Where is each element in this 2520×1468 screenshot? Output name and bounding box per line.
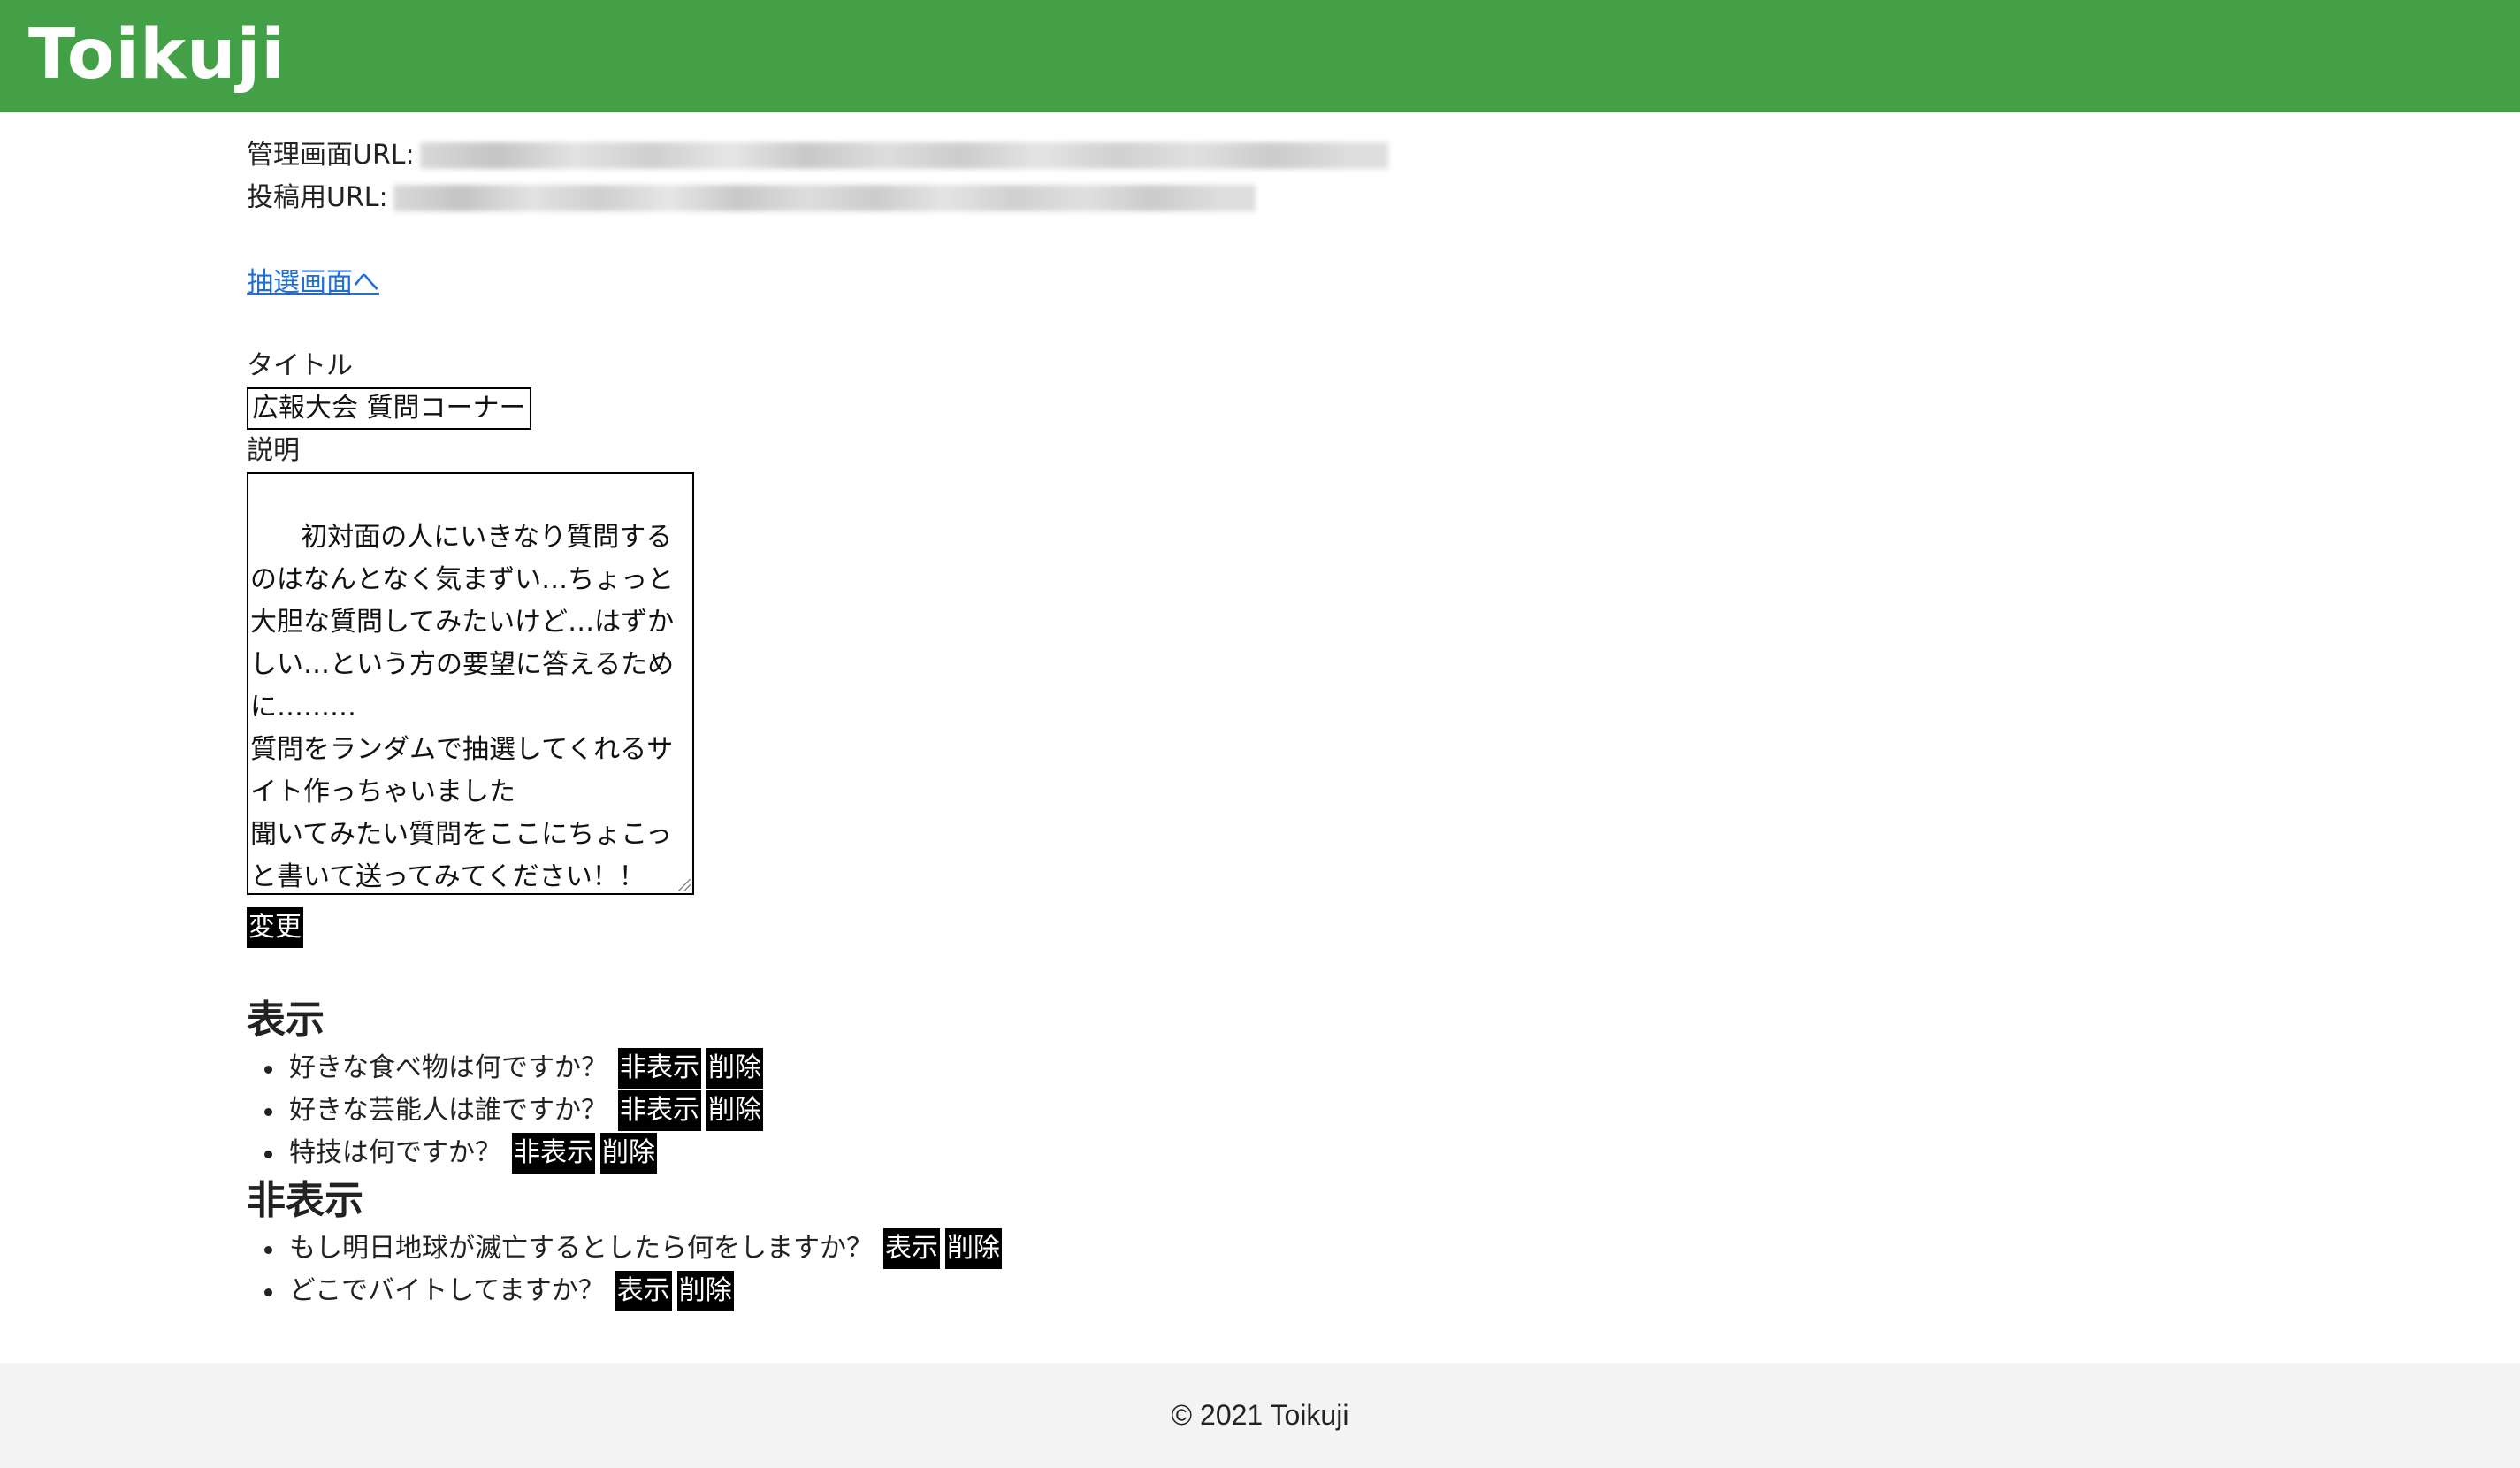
- copyright-text: © 2021 Toikuji: [1171, 1399, 1349, 1431]
- admin-url-row: 管理画面URL:: [247, 134, 2280, 177]
- change-button[interactable]: 変更: [247, 906, 303, 948]
- show-button[interactable]: 表示: [615, 1271, 672, 1311]
- admin-url-value-redacted[interactable]: [419, 142, 1388, 169]
- header-bar: Toikuji: [0, 0, 2520, 112]
- title-input[interactable]: 広報大会 質問コーナー: [247, 387, 531, 430]
- question-text: 好きな芸能人は誰ですか？: [289, 1095, 607, 1126]
- delete-button[interactable]: 削除: [706, 1048, 763, 1089]
- show-button[interactable]: 表示: [883, 1228, 940, 1269]
- resize-handle-icon[interactable]: [678, 879, 691, 891]
- post-url-label: 投稿用URL:: [247, 182, 388, 213]
- delete-button[interactable]: 削除: [676, 1271, 734, 1311]
- description-text: 初対面の人にいきなり質問するのはなんとなく気まずい…ちょっと大胆な質問してみたい…: [250, 522, 675, 892]
- list-item: どこでバイトしてますか？ 表示 削除: [264, 1270, 2280, 1312]
- list-item: 好きな芸能人は誰ですか？ 非表示 削除: [264, 1090, 2280, 1132]
- title-label: タイトル: [247, 350, 353, 381]
- shown-question-list: 好きな食べ物は何ですか？ 非表示 削除 好きな芸能人は誰ですか？ 非表示 削除 …: [247, 1047, 2280, 1174]
- delete-button[interactable]: 削除: [945, 1228, 1002, 1269]
- list-item: 好きな食べ物は何ですか？ 非表示 削除: [264, 1047, 2280, 1090]
- question-text: 特技は何ですか？: [289, 1137, 501, 1168]
- description-label: 説明: [247, 435, 300, 466]
- list-item: 特技は何ですか？ 非表示 削除: [264, 1132, 2280, 1174]
- question-text: どこでバイトしてますか？: [289, 1275, 605, 1306]
- hidden-section-heading: 非表示: [247, 1178, 363, 1223]
- admin-url-label: 管理画面URL:: [247, 140, 415, 171]
- shown-section-heading: 表示: [247, 998, 325, 1043]
- footer: © 2021 Toikuji: [0, 1363, 2520, 1468]
- post-url-value-redacted[interactable]: [393, 185, 1256, 211]
- hide-button[interactable]: 非表示: [512, 1133, 595, 1174]
- main-content: 管理画面URL: 投稿用URL: 抽選画面へ タイトル 広報大会 質問コーナー …: [247, 134, 2280, 1312]
- draw-screen-link[interactable]: 抽選画面へ: [247, 267, 379, 298]
- site-logo[interactable]: Toikuji: [28, 12, 286, 97]
- question-text: もし明日地球が滅亡するとしたら何をしますか？: [289, 1233, 873, 1264]
- hide-button[interactable]: 非表示: [618, 1048, 701, 1089]
- hide-button[interactable]: 非表示: [618, 1090, 701, 1131]
- hidden-question-list: もし明日地球が滅亡するとしたら何をしますか？ 表示 削除 どこでバイトしてますか…: [247, 1227, 2280, 1312]
- post-url-row: 投稿用URL:: [247, 177, 2280, 219]
- delete-button[interactable]: 削除: [600, 1133, 657, 1174]
- delete-button[interactable]: 削除: [706, 1090, 763, 1131]
- question-text: 好きな食べ物は何ですか？: [289, 1052, 607, 1083]
- list-item: もし明日地球が滅亡するとしたら何をしますか？ 表示 削除: [264, 1227, 2280, 1270]
- page: Toikuji 管理画面URL: 投稿用URL: 抽選画面へ タイトル 広報大会…: [0, 0, 2520, 1468]
- description-textarea[interactable]: 初対面の人にいきなり質問するのはなんとなく気まずい…ちょっと大胆な質問してみたい…: [247, 472, 694, 895]
